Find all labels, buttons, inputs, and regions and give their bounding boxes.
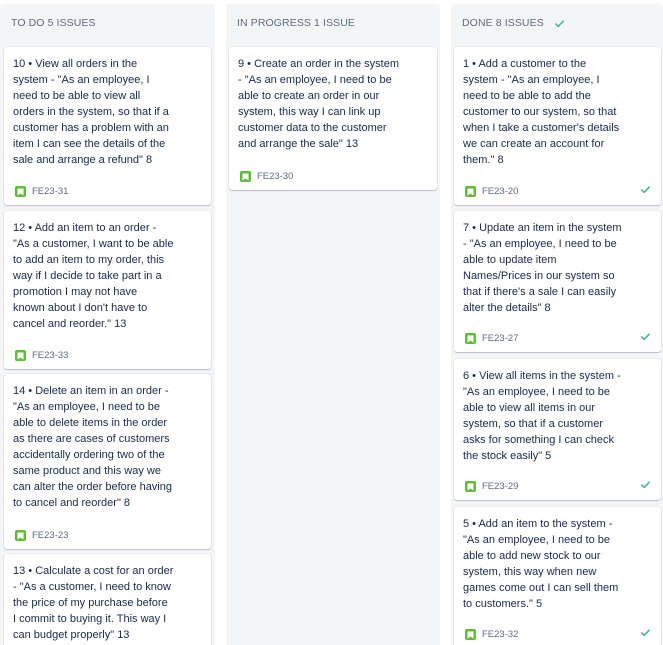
issue-key[interactable]: FE23-30	[257, 171, 293, 182]
resolved-check-icon	[641, 481, 650, 489]
column-todo-title: TO DO 5 ISSUES	[11, 17, 96, 29]
column-in-progress: IN PROGRESS 1 ISSUE 9 • Create an order …	[226, 4, 440, 645]
issue-key[interactable]: FE23-27	[482, 333, 518, 344]
issue-summary: 5 • Add an item to the system - "As an e…	[463, 518, 619, 610]
issue-summary: 1 • Add a customer to the system - "As a…	[463, 58, 620, 166]
bookmark-icon	[465, 333, 476, 344]
issue-card[interactable]: 14 • Delete an item in an order - "As an…	[4, 374, 211, 549]
column-in-progress-header: IN PROGRESS 1 ISSUE	[237, 17, 355, 29]
issue-summary: 14 • Delete an item in an order - "As an…	[13, 385, 172, 509]
bookmark-icon	[15, 350, 26, 361]
column-done: DONE 8 ISSUES 1 • Add a customer to the …	[451, 4, 663, 645]
bookmark-icon	[15, 186, 26, 197]
issue-key[interactable]: FE23-31	[32, 186, 68, 197]
issue-key[interactable]: FE23-20	[482, 186, 518, 197]
issue-summary: 9 • Create an order in the system - "As …	[238, 58, 399, 150]
issue-key[interactable]: FE23-33	[32, 350, 68, 361]
bookmark-icon	[465, 629, 476, 640]
column-todo-header: TO DO 5 ISSUES	[11, 17, 96, 29]
bookmark-icon	[465, 481, 476, 492]
bookmark-icon	[15, 530, 26, 541]
issue-card[interactable]: 12 • Add an item to an order - "As a cus…	[4, 211, 211, 369]
issue-summary: 10 • View all orders in the system - "As…	[13, 58, 169, 166]
resolved-check-icon	[641, 186, 650, 194]
column-todo: TO DO 5 ISSUES 10 • View all orders in t…	[0, 4, 215, 645]
issue-summary: 7 • Update an item in the system - "As a…	[463, 222, 622, 314]
issue-summary: 6 • View all items in the system - "As a…	[463, 370, 621, 462]
issue-card[interactable]: 9 • Create an order in the system - "As …	[229, 47, 437, 190]
resolved-check-icon	[641, 629, 650, 637]
column-in-progress-title: IN PROGRESS 1 ISSUE	[237, 17, 356, 29]
issue-card[interactable]: 10 • View all orders in the system - "As…	[4, 47, 211, 205]
issue-card[interactable]: 13 • Calculate a cost for an order - "As…	[4, 554, 211, 645]
issue-summary: 13 • Calculate a cost for an order - "As…	[13, 565, 174, 641]
column-done-header: DONE 8 ISSUES	[462, 17, 565, 29]
issue-card[interactable]: 5 • Add an item to the system - "As an e…	[454, 507, 661, 645]
bookmark-icon	[465, 186, 476, 197]
check-icon	[554, 19, 564, 27]
issue-card[interactable]: 1 • Add a customer to the system - "As a…	[454, 47, 661, 205]
bookmark-icon	[240, 171, 251, 182]
issue-key[interactable]: FE23-29	[482, 481, 518, 492]
issue-summary: 12 • Add an item to an order - "As a cus…	[13, 222, 174, 330]
issue-key[interactable]: FE23-32	[482, 629, 518, 640]
issue-key[interactable]: FE23-23	[32, 530, 68, 541]
issue-card[interactable]: 6 • View all items in the system - "As a…	[454, 359, 661, 500]
resolved-check-icon	[641, 333, 650, 341]
issue-card[interactable]: 7 • Update an item in the system - "As a…	[454, 211, 661, 352]
column-done-title: DONE 8 ISSUES	[462, 17, 544, 29]
